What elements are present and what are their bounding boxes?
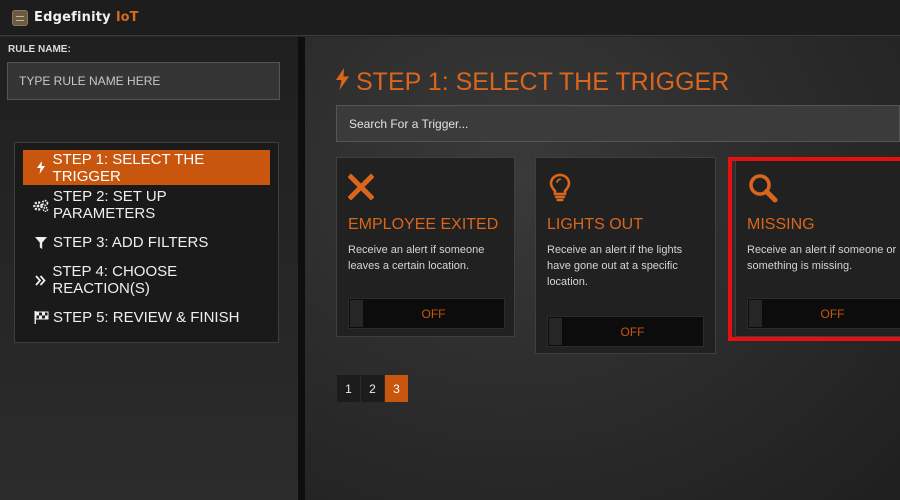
- rule-name-label: RULE NAME:: [8, 44, 71, 55]
- trigger-toggle[interactable]: OFF: [747, 298, 900, 329]
- toggle-knob: [350, 300, 363, 327]
- toggle-knob: [749, 300, 762, 327]
- step-label: STEP 2: SET UP PARAMETERS: [53, 188, 167, 222]
- page-3-button[interactable]: 3: [385, 375, 408, 402]
- checkered-flag-icon: [33, 311, 49, 324]
- toggle-label: OFF: [820, 307, 845, 321]
- step-label: STEP 1: SELECT THE TRIGGER: [52, 150, 205, 185]
- gears-icon: [33, 199, 49, 212]
- bolt-icon: [336, 68, 349, 97]
- trigger-title: MISSING: [747, 216, 815, 233]
- page-2-button[interactable]: 2: [361, 375, 384, 402]
- x-icon: [347, 172, 376, 202]
- pagination: 1 2 3: [337, 375, 409, 402]
- magnifier-icon: [747, 172, 778, 203]
- page-title: STEP 1: SELECT THE TRIGGER: [336, 68, 729, 97]
- trigger-description: Receive an alert if the lights have gone…: [547, 244, 683, 288]
- step-label: STEP 5: REVIEW & FINISH: [53, 309, 240, 326]
- double-chevron-right-icon: [33, 274, 48, 286]
- page-1-button[interactable]: 1: [337, 375, 360, 402]
- trigger-card-lights-out[interactable]: LIGHTS OUT Receive an alert if the light…: [535, 157, 716, 354]
- step-choose-reactions[interactable]: STEP 4: CHOOSE REACTION(S): [23, 263, 270, 298]
- steps-menu: STEP 1: SELECT THE TRIGGER STEP 2: SET U…: [14, 142, 279, 343]
- lightbulb-icon: [547, 172, 575, 202]
- trigger-card-missing[interactable]: MISSING Receive an alert if someone or s…: [735, 157, 900, 337]
- filter-icon: [33, 236, 49, 249]
- app-name-accent: IoT: [115, 10, 139, 25]
- trigger-title: EMPLOYEE EXITED: [348, 216, 499, 233]
- top-bar: Edgefinity IoT: [0, 0, 900, 36]
- logo-icon: [12, 9, 28, 26]
- step-add-filters[interactable]: STEP 3: ADD FILTERS: [23, 225, 270, 260]
- step-label: STEP 4: CHOOSE REACTION(S): [52, 263, 178, 297]
- step-set-up-parameters[interactable]: STEP 2: SET UP PARAMETERS: [23, 188, 270, 223]
- trigger-card-employee-exited[interactable]: EMPLOYEE EXITED Receive an alert if some…: [336, 157, 515, 337]
- rule-name-input[interactable]: [7, 62, 280, 100]
- step-label: STEP 3: ADD FILTERS: [53, 234, 209, 251]
- trigger-description: Receive an alert if someone or something…: [747, 244, 897, 272]
- app-name: Edgefinity: [34, 10, 111, 25]
- trigger-title: LIGHTS OUT: [547, 216, 644, 233]
- toggle-label: OFF: [421, 307, 446, 321]
- trigger-description: Receive an alert if someone leaves a cer…: [348, 244, 485, 272]
- step-review-finish[interactable]: STEP 5: REVIEW & FINISH: [23, 300, 270, 335]
- toggle-knob: [549, 318, 562, 345]
- trigger-search-input[interactable]: [336, 105, 900, 142]
- page-title-text: STEP 1: SELECT THE TRIGGER: [356, 68, 730, 96]
- trigger-toggle[interactable]: OFF: [547, 316, 704, 347]
- bolt-icon: [33, 161, 49, 174]
- panel-divider: [298, 37, 305, 500]
- step-select-trigger[interactable]: STEP 1: SELECT THE TRIGGER: [23, 150, 270, 185]
- toggle-label: OFF: [620, 325, 645, 339]
- trigger-toggle[interactable]: OFF: [348, 298, 505, 329]
